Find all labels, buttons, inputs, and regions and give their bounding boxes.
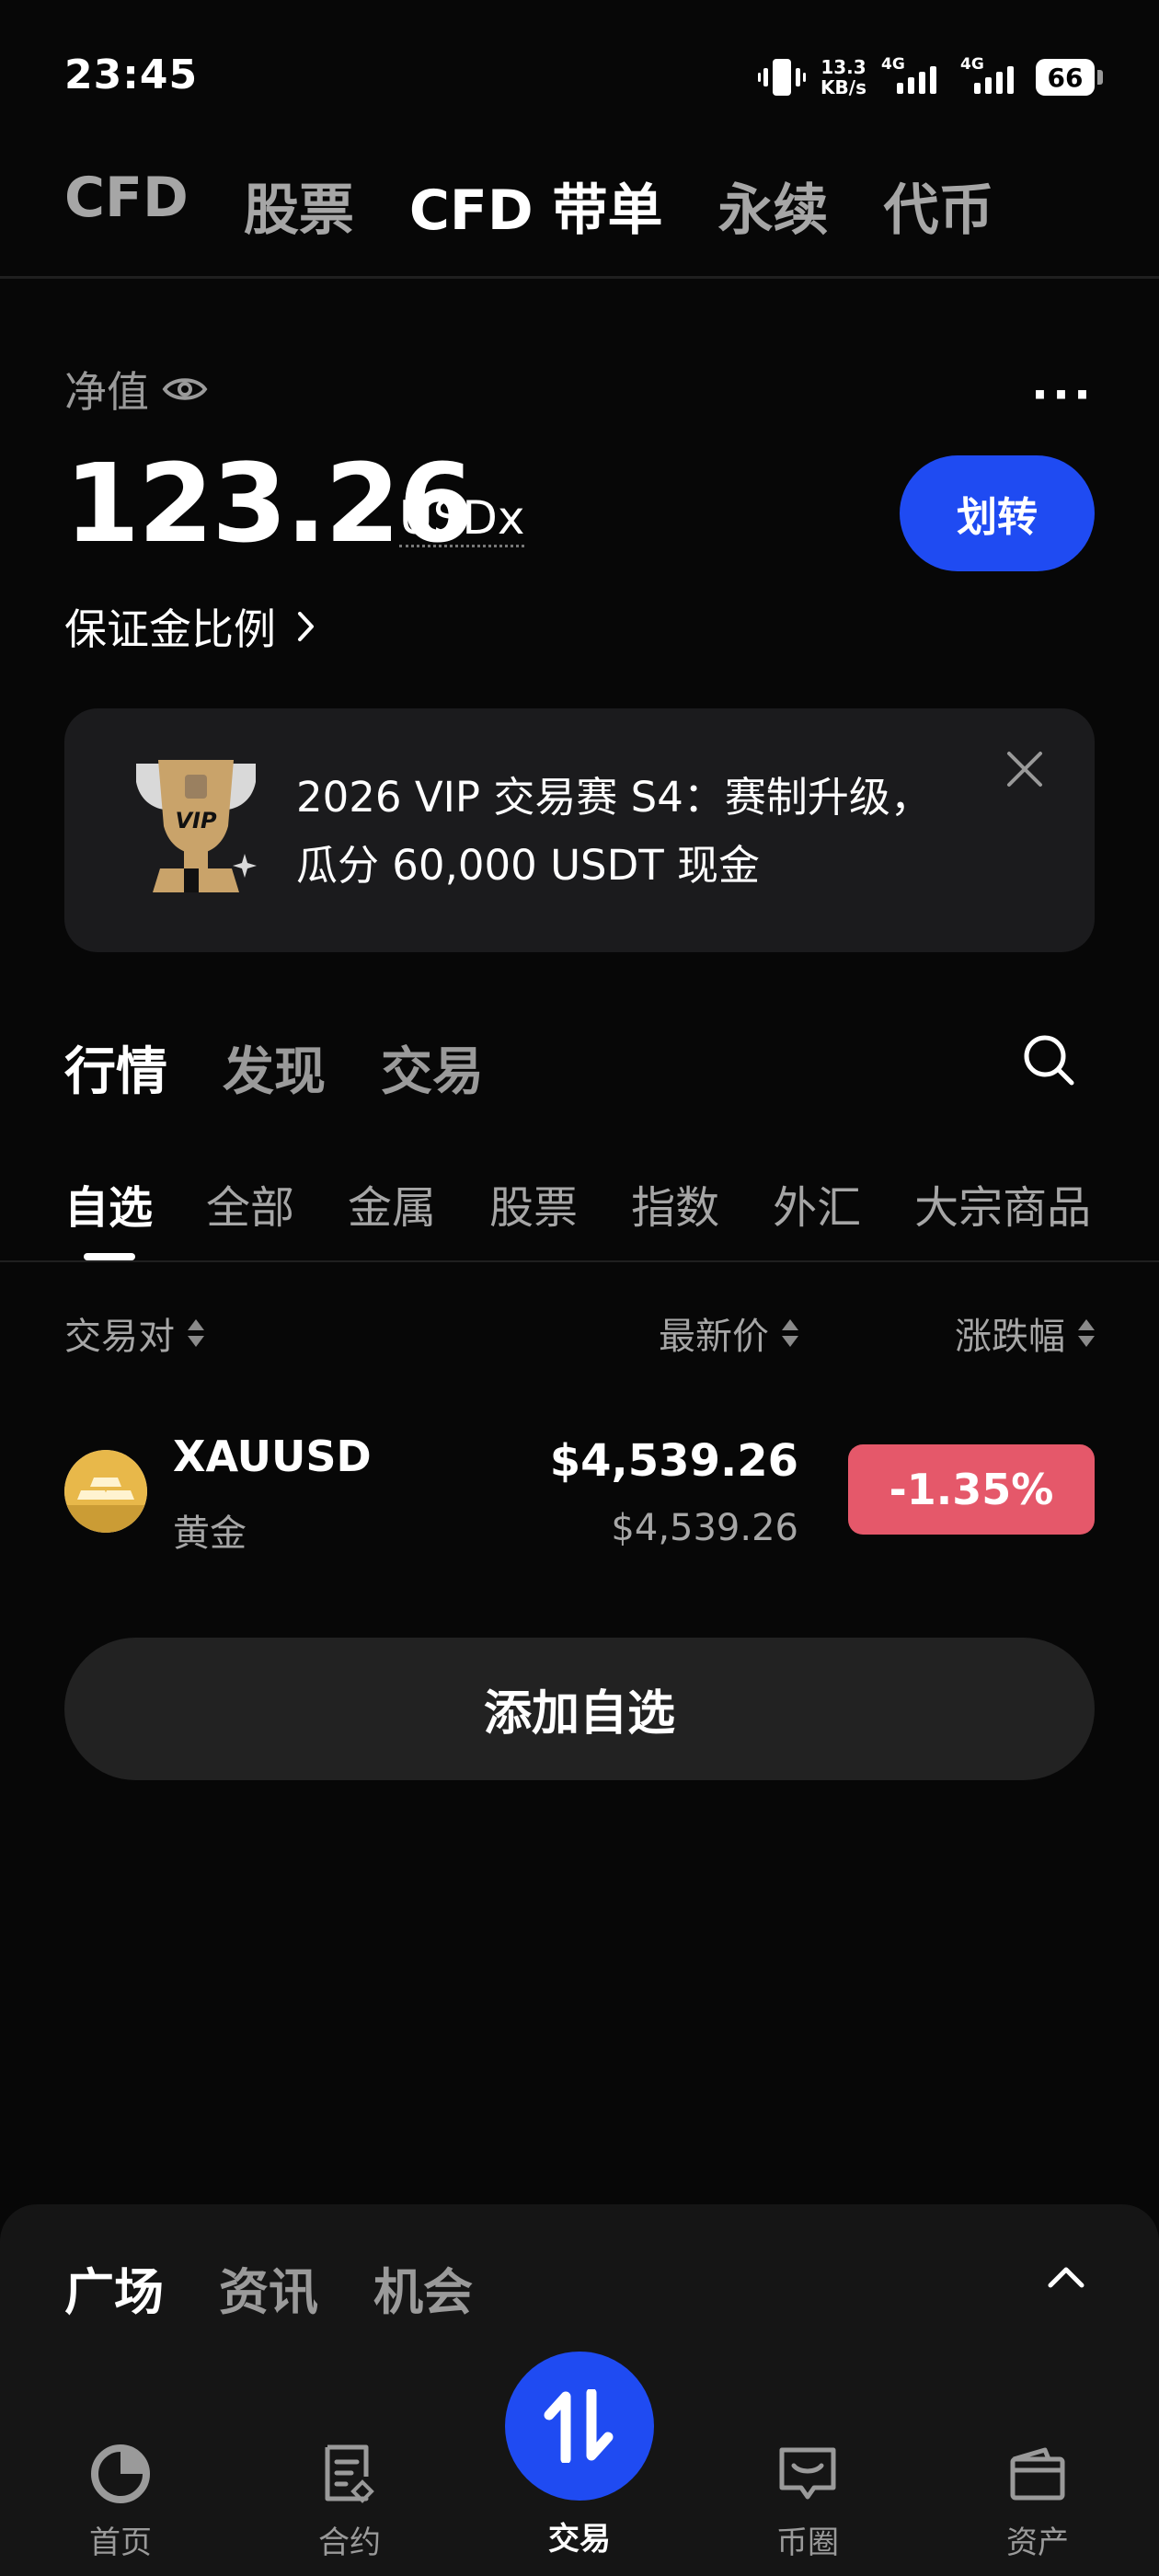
- sub-tab-watchlist[interactable]: 自选: [64, 1171, 153, 1236]
- chevron-right-icon: [298, 612, 314, 641]
- add-watchlist-button[interactable]: 添加自选: [64, 1638, 1095, 1780]
- vibrate-icon: [758, 59, 807, 96]
- nav-community[interactable]: 币圈: [734, 2438, 881, 2562]
- nav-home-label: 首页: [89, 2524, 152, 2561]
- sub-tab-indices[interactable]: 指数: [631, 1171, 719, 1236]
- nav-assets[interactable]: 资产: [964, 2438, 1111, 2562]
- margin-ratio-label: 保证金比例: [64, 604, 276, 654]
- bottom-sheet-tabs: 广场 资讯 机会: [64, 2251, 473, 2324]
- nav-assets-label: 资产: [1006, 2524, 1069, 2561]
- row-price-secondary: $4,539.26: [611, 1507, 798, 1549]
- nav-contracts-label: 合约: [318, 2524, 381, 2561]
- tab-opportunities[interactable]: 机会: [373, 2251, 473, 2324]
- tab-trade[interactable]: 交易: [381, 1030, 484, 1105]
- column-last-price[interactable]: 最新价: [659, 1306, 798, 1360]
- nav-trade[interactable]: [505, 2352, 654, 2501]
- banner-line-2: 瓜分 60,000 USDT 现金: [296, 841, 761, 890]
- banner-text: 2026 VIP 交易赛 S4：赛制升级， 瓜分 60,000 USDT 现金: [296, 764, 995, 900]
- status-icons: 13.3 KB/s 4G 4G 66: [758, 52, 1103, 103]
- equity-label-text: 净值: [64, 367, 149, 417]
- contract-icon: [325, 2444, 374, 2503]
- close-icon[interactable]: [1005, 750, 1044, 788]
- sort-icon: [188, 1317, 204, 1349]
- sub-tab-all[interactable]: 全部: [206, 1171, 294, 1236]
- sub-tabs-divider: [0, 1260, 1159, 1262]
- tab-cfd-copy[interactable]: CFD 带单: [409, 166, 663, 246]
- home-icon: [91, 2444, 150, 2503]
- sort-icon: [782, 1317, 798, 1349]
- tab-square[interactable]: 广场: [64, 2251, 164, 2324]
- row-price: $4,539.26: [549, 1435, 798, 1487]
- column-pair-label: 交易对: [64, 1316, 175, 1358]
- row-change-badge[interactable]: -1.35%: [848, 1444, 1095, 1535]
- category-sub-tabs: 自选 全部 金属 股票 指数 外汇 大宗商品: [64, 1171, 1091, 1236]
- net-speed: 13.3 KB/s: [820, 56, 866, 98]
- equity-label: 净值: [64, 359, 208, 420]
- column-last-price-label: 最新价: [659, 1316, 769, 1358]
- svg-text:VIP: VIP: [175, 808, 217, 834]
- transfer-button[interactable]: 划转: [900, 455, 1095, 571]
- column-change-label: 涨跌幅: [955, 1316, 1065, 1358]
- nav-contracts[interactable]: 合约: [276, 2438, 423, 2562]
- wallet-icon: [1010, 2447, 1065, 2501]
- nav-community-label: 币圈: [776, 2524, 839, 2561]
- nav-home[interactable]: 首页: [47, 2438, 194, 2562]
- more-options-icon[interactable]: ···: [1031, 368, 1095, 421]
- sub-tab-commodities[interactable]: 大宗商品: [914, 1171, 1091, 1236]
- trade-swap-icon: [544, 2389, 614, 2463]
- tab-cfd[interactable]: CFD: [64, 166, 189, 246]
- battery-icon: 66: [1036, 59, 1103, 96]
- status-time: 23:45: [64, 52, 199, 98]
- trophy-icon: VIP: [136, 760, 257, 892]
- tab-stocks[interactable]: 股票: [244, 166, 354, 246]
- tab-tokens[interactable]: 代币: [884, 166, 994, 246]
- chevron-up-icon[interactable]: [1047, 2265, 1085, 2289]
- active-tab-indicator: [84, 1253, 135, 1260]
- tab-discover[interactable]: 发现: [223, 1030, 326, 1105]
- row-symbol[interactable]: XAUUSD: [173, 1432, 372, 1481]
- tab-news[interactable]: 资讯: [219, 2251, 318, 2324]
- top-tabs: CFD 股票 CFD 带单 永续 代币: [64, 166, 994, 246]
- sort-icon: [1078, 1317, 1095, 1349]
- nav-trade-label: 交易: [548, 2521, 611, 2558]
- sub-tab-forex[interactable]: 外汇: [773, 1171, 861, 1236]
- signal-1-icon: 4G: [881, 55, 946, 94]
- margin-ratio-link[interactable]: 保证金比例: [64, 596, 316, 657]
- community-icon: [779, 2447, 836, 2500]
- sub-tab-stocks[interactable]: 股票: [489, 1171, 578, 1236]
- row-name: 黄金: [173, 1512, 247, 1555]
- equity-unit[interactable]: USDx: [399, 491, 525, 547]
- search-icon[interactable]: [1021, 1032, 1076, 1087]
- tab-perpetual[interactable]: 永续: [718, 166, 829, 246]
- gold-bars-icon: [64, 1450, 147, 1533]
- market-tabs: 行情 发现 交易: [64, 1030, 484, 1105]
- column-change[interactable]: 涨跌幅: [955, 1306, 1095, 1360]
- sub-tab-metals[interactable]: 金属: [348, 1171, 436, 1236]
- tab-market[interactable]: 行情: [64, 1030, 167, 1105]
- top-divider: [0, 276, 1159, 279]
- eye-icon[interactable]: [162, 374, 208, 405]
- banner-line-1: 2026 VIP 交易赛 S4：赛制升级，: [296, 773, 932, 822]
- column-pair[interactable]: 交易对: [64, 1306, 204, 1360]
- signal-2-icon: 4G: [960, 55, 1021, 94]
